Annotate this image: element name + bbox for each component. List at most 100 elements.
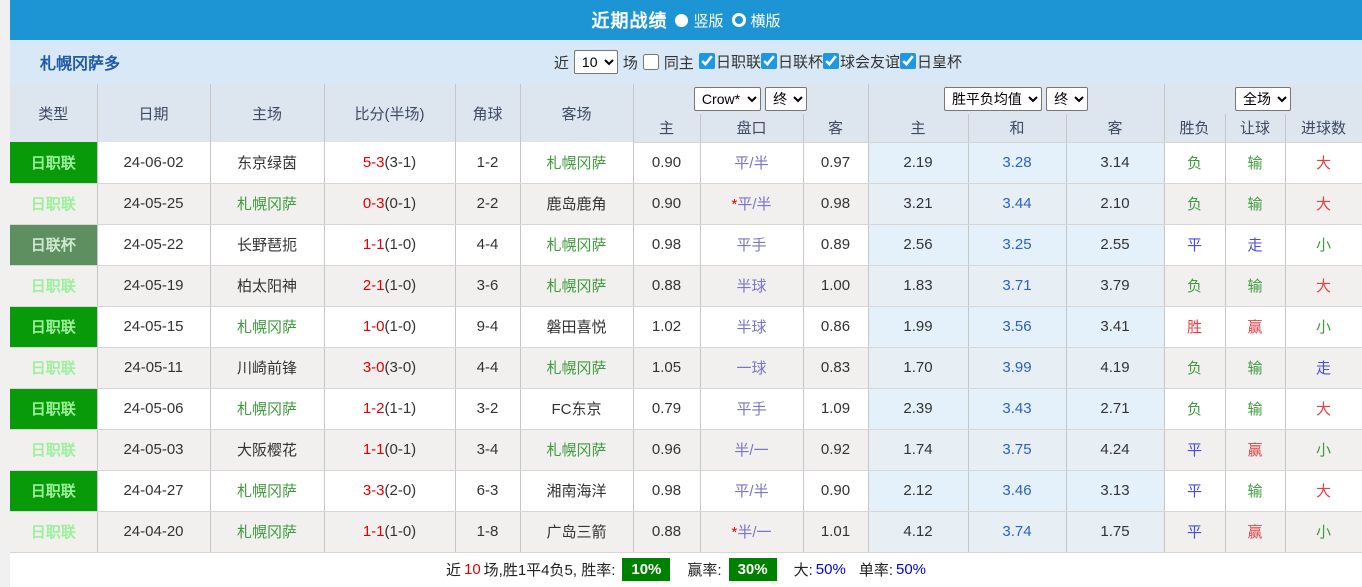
handicap-select-group: Crow* 终	[633, 84, 869, 114]
corner-cell: 3-2	[455, 388, 521, 430]
same-home-label: 同主	[663, 54, 694, 72]
radio-unselected-icon	[731, 13, 746, 27]
odds-company-select[interactable]: Crow*	[693, 87, 761, 111]
away-win-odds: 3.13	[1066, 470, 1165, 512]
ah-line-text: 平手	[736, 401, 767, 418]
ah-line-cell: *半/一	[700, 511, 804, 553]
ah-line-cell: 一球	[700, 347, 804, 389]
table-row: 日职联 24-04-27 札幌冈萨 3-3(2-0) 6-3 湘南海洋 0.98 平/半 0.9…	[10, 470, 1362, 512]
summary-record: 场,胜1平4负5, 胜率:	[483, 562, 616, 579]
home-win-odds: 1.99	[868, 306, 969, 348]
date-cell: 24-04-27	[97, 470, 211, 512]
halftime-score: (1-1)	[384, 400, 417, 417]
competition-checkbox-3[interactable]	[899, 53, 916, 70]
date-cell: 24-05-03	[97, 429, 211, 471]
ah-line-text: 半/一	[737, 524, 772, 541]
table-row: 日职联 24-05-06 札幌冈萨 1-2(1-1) 3-2 FC东京 0.79 平手 1.09…	[10, 388, 1362, 430]
ah-line-cell: 平/半	[700, 142, 804, 184]
home-team: 札幌冈萨	[210, 511, 325, 553]
league-badge: 日职联	[10, 306, 98, 348]
match-count-select[interactable]: 10	[573, 50, 618, 74]
scope-select[interactable]: 全场	[1235, 87, 1292, 111]
summary-count: 10	[463, 561, 481, 578]
competition-checkbox-1[interactable]	[760, 53, 777, 70]
europe-time-select[interactable]: 终	[1046, 87, 1089, 111]
halftime-score: (2-0)	[384, 482, 417, 499]
europe-odds-select[interactable]: 胜平负均值	[943, 87, 1042, 111]
league-badge: 日职联	[10, 183, 98, 225]
competition-filter-2: 球会友谊	[822, 51, 900, 72]
ah-away-odds: 0.92	[803, 429, 869, 471]
league-badge: 日职联	[10, 511, 98, 553]
handicap-result: 输	[1225, 347, 1286, 389]
fulltime-score: 3-0	[362, 359, 385, 376]
league-badge: 日职联	[10, 265, 98, 307]
away-team: FC东京	[520, 388, 634, 430]
odd-rate-label: 单率:	[858, 562, 893, 579]
competition-checkbox-2[interactable]	[822, 53, 839, 70]
ah-away-odds: 0.83	[803, 347, 869, 389]
home-team: 札幌冈萨	[210, 306, 325, 348]
home-team: 东京绿茵	[210, 142, 325, 184]
score-cell: 5-3(3-1)	[324, 142, 456, 184]
ah-home-odds: 0.88	[633, 511, 701, 553]
sub-header-odds-home: 主	[868, 114, 969, 143]
goals-result: 大	[1285, 470, 1362, 512]
layout-radio-horizontal[interactable]: 横版	[731, 10, 781, 31]
layout-radio-horizontal-label: 横版	[750, 12, 781, 30]
date-cell: 24-05-11	[97, 347, 211, 389]
table-row: 日职联 24-04-20 札幌冈萨 1-1(1-0) 1-8 广岛三箭 0.88 *半/一 1.…	[10, 511, 1362, 553]
score-cell: 2-1(1-0)	[324, 265, 456, 307]
recent-results-panel: 近期战绩 竖版 横版 札幌冈萨多 近 10 场 同主 日职联 日联杯 球会友谊 日皇杯	[10, 0, 1362, 587]
league-badge: 日职联	[10, 470, 98, 512]
sub-header-ah-line: 盘口	[700, 114, 804, 143]
halftime-score: (3-1)	[384, 153, 417, 171]
draw-odds: 3.74	[968, 511, 1067, 553]
fulltime-score: 5-3	[362, 153, 385, 171]
home-win-odds: 2.39	[868, 388, 969, 430]
ah-line-cell: 半/一	[700, 429, 804, 471]
table-row: 日职联 24-05-15 札幌冈萨 1-0(1-0) 9-4 磐田喜悦 1.02 半球 0.86…	[10, 306, 1362, 348]
away-win-odds: 2.71	[1066, 388, 1165, 430]
draw-odds: 3.46	[968, 470, 1067, 512]
ah-home-odds: 1.02	[633, 306, 701, 348]
sub-header-ah-home: 主	[633, 114, 701, 143]
draw-odds: 3.43	[968, 388, 1067, 430]
home-win-odds: 1.83	[868, 265, 969, 307]
ah-away-odds: 1.09	[803, 388, 869, 430]
goals-result: 小	[1285, 511, 1362, 553]
away-win-odds: 2.10	[1066, 183, 1165, 225]
league-badge: 日联杯	[10, 224, 98, 266]
away-win-odds: 3.41	[1066, 306, 1165, 348]
ah-line-text: 平/半	[734, 483, 769, 500]
handicap-time-select[interactable]: 终	[765, 87, 808, 111]
layout-radio-vertical[interactable]: 竖版	[675, 10, 724, 31]
draw-odds: 3.71	[968, 265, 1067, 307]
draw-odds: 3.99	[968, 347, 1067, 389]
home-team: 札幌冈萨	[210, 470, 325, 512]
handicap-result: 输	[1225, 470, 1286, 512]
wdl-result: 平	[1164, 224, 1226, 266]
fulltime-score: 1-1	[362, 236, 385, 253]
score-cell: 1-0(1-0)	[324, 306, 456, 348]
goals-result: 小	[1285, 224, 1362, 266]
handicap-result: 赢	[1225, 429, 1286, 471]
competition-filter-3: 日皇杯	[899, 51, 962, 72]
away-win-odds: 1.75	[1066, 511, 1165, 553]
same-home-checkbox[interactable]	[642, 54, 659, 70]
competition-label-1: 日联杯	[777, 53, 823, 71]
ah-line-cell: 平手	[700, 388, 804, 430]
table-row: 日联杯 24-05-22 长野琶扼 1-1(1-0) 4-4 札幌冈萨 0.98 平手 0.89…	[10, 224, 1362, 266]
fulltime-score: 1-0	[362, 318, 385, 335]
halftime-score: (1-0)	[384, 236, 417, 253]
competition-checkbox-0[interactable]	[698, 53, 715, 70]
col-header-score: 比分(半场)	[324, 84, 456, 142]
ah-home-odds: 0.88	[633, 265, 701, 307]
fulltime-score: 0-3	[362, 195, 385, 212]
competition-filters: 日职联 日联杯 球会友谊 日皇杯	[698, 51, 962, 74]
fulltime-score: 1-2	[362, 400, 385, 417]
draw-odds: 3.25	[968, 224, 1067, 266]
odd-rate-value: 50%	[895, 561, 927, 578]
handicap-result: 赢	[1225, 511, 1286, 553]
date-cell: 24-05-15	[97, 306, 211, 348]
